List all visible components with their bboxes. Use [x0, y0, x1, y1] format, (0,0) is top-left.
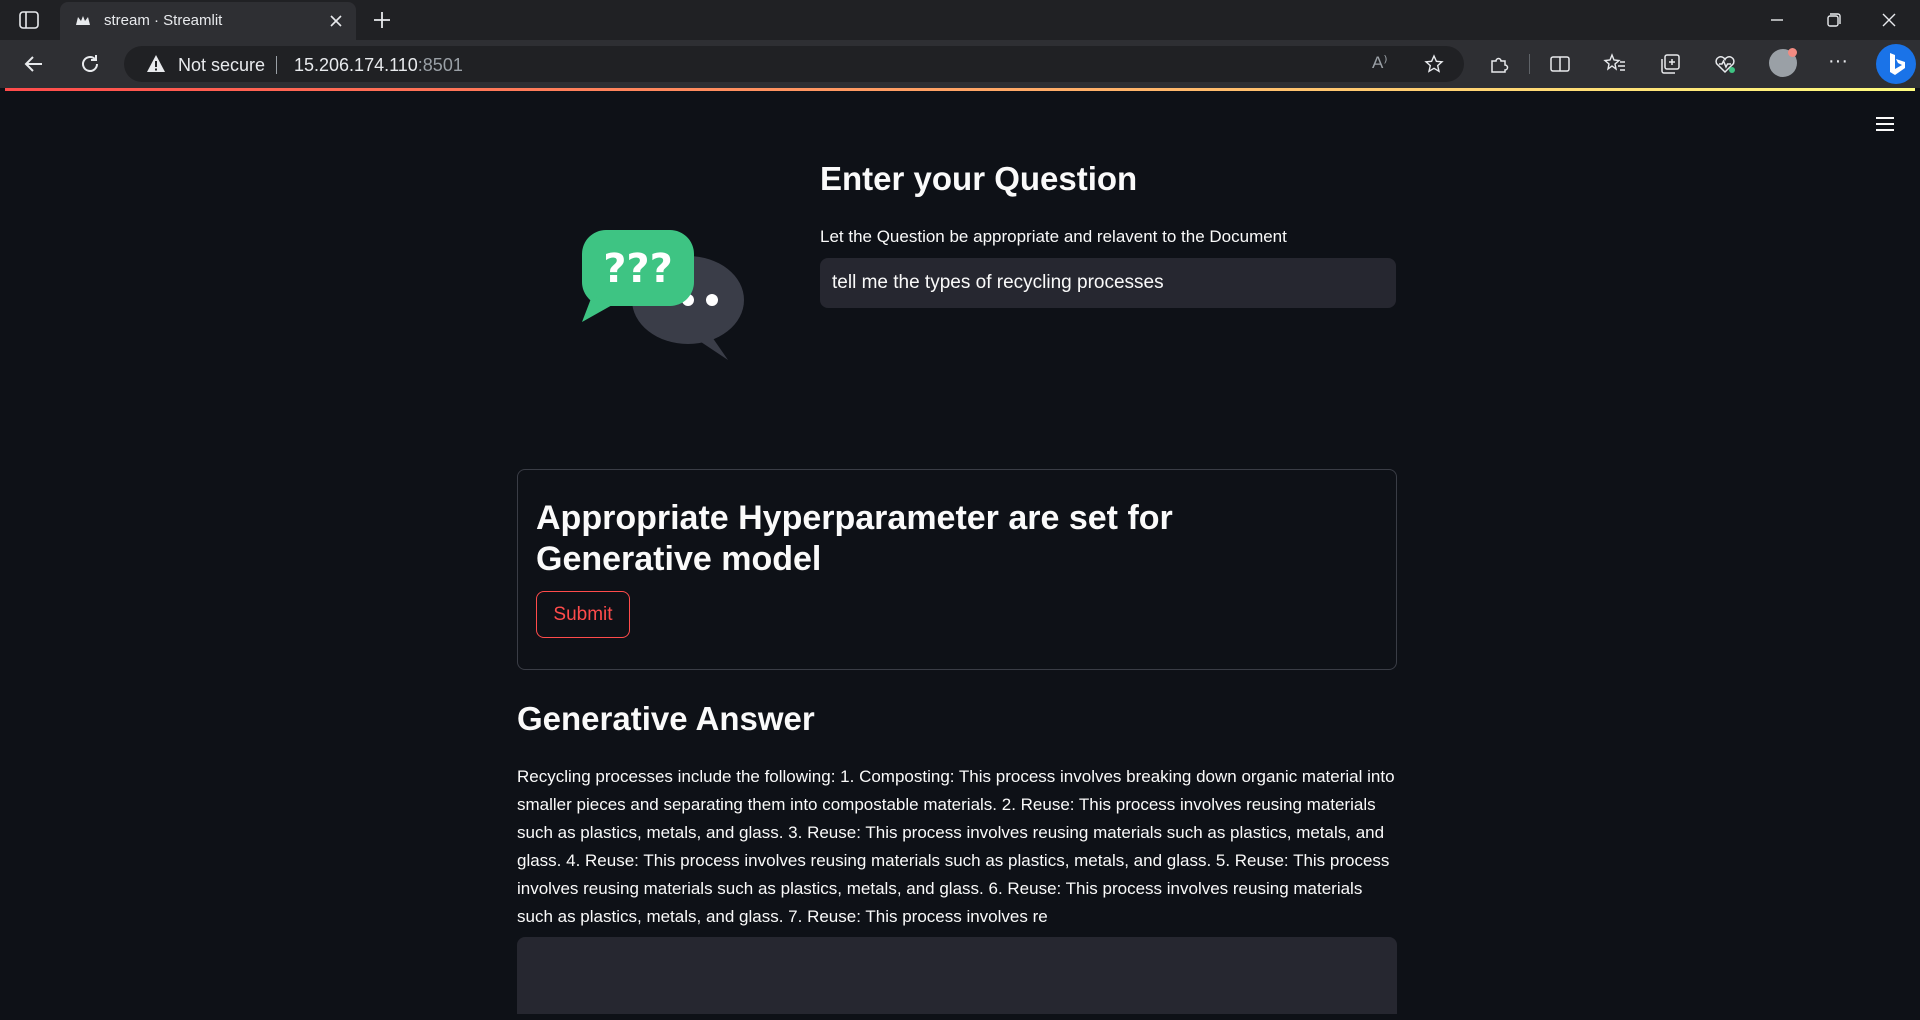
security-label[interactable]: Not secure: [178, 55, 265, 76]
submit-button[interactable]: Submit: [536, 591, 630, 638]
svg-text:???: ???: [603, 246, 673, 292]
toolbar-divider: [1529, 54, 1530, 74]
hamburger-menu-icon[interactable]: [1873, 112, 1897, 136]
tab-actions-icon[interactable]: [18, 9, 40, 31]
question-label: Let the Question be appropriate and rela…: [820, 227, 1287, 246]
browser-essentials-icon[interactable]: [1713, 52, 1737, 76]
favorites-list-icon[interactable]: [1603, 52, 1627, 76]
warning-icon[interactable]: [146, 54, 166, 74]
answer-text: Recycling processes include the followin…: [517, 767, 1395, 926]
minimize-icon[interactable]: [1764, 8, 1790, 32]
answer-textarea[interactable]: [517, 937, 1397, 1014]
address-bar[interactable]: Not secure 15.206.174.110:8501 A⁾: [124, 46, 1464, 82]
more-icon[interactable]: ···: [1826, 51, 1850, 76]
read-aloud-icon[interactable]: A⁾: [1372, 53, 1392, 73]
page-viewport: ??? Enter your Question Let the Question…: [5, 88, 1915, 1014]
divider: [276, 56, 277, 74]
address-toolbar: Not secure 15.206.174.110:8501 A⁾ ···: [0, 40, 1920, 88]
collections-icon[interactable]: [1658, 52, 1682, 76]
puzzle-icon[interactable]: [1487, 52, 1511, 76]
split-screen-icon[interactable]: [1548, 52, 1572, 76]
tab-title: stream · Streamlit: [104, 12, 223, 29]
restore-icon[interactable]: [1820, 8, 1846, 32]
url-text[interactable]: 15.206.174.110:8501: [294, 55, 463, 76]
hyperparameter-form: Appropriate Hyperparameter are set for G…: [517, 469, 1397, 670]
url-port: :8501: [417, 55, 463, 75]
arrow-left-icon[interactable]: [21, 51, 47, 77]
question-input[interactable]: [820, 258, 1396, 308]
bing-logo-icon: [1890, 53, 1905, 75]
tab-strip: stream · Streamlit: [0, 0, 1920, 40]
form-title: Appropriate Hyperparameter are set for G…: [536, 499, 1173, 578]
close-icon[interactable]: [326, 11, 346, 31]
window-close-icon[interactable]: [1876, 8, 1902, 32]
url-host: 15.206.174.110: [294, 55, 418, 75]
notification-dot: [1788, 48, 1797, 57]
star-icon[interactable]: [1424, 54, 1444, 74]
reload-icon[interactable]: [77, 51, 103, 77]
header-decoration-bar: [5, 88, 1915, 91]
active-tab[interactable]: stream · Streamlit: [60, 2, 356, 40]
plus-icon[interactable]: [370, 8, 394, 32]
question-chat-bubbles-icon: ???: [582, 230, 744, 360]
bing-chat-icon[interactable]: [1876, 44, 1916, 84]
answer-title: Generative Answer: [517, 700, 815, 737]
streamlit-crown-icon: [76, 16, 90, 25]
question-title: Enter your Question: [820, 160, 1138, 197]
